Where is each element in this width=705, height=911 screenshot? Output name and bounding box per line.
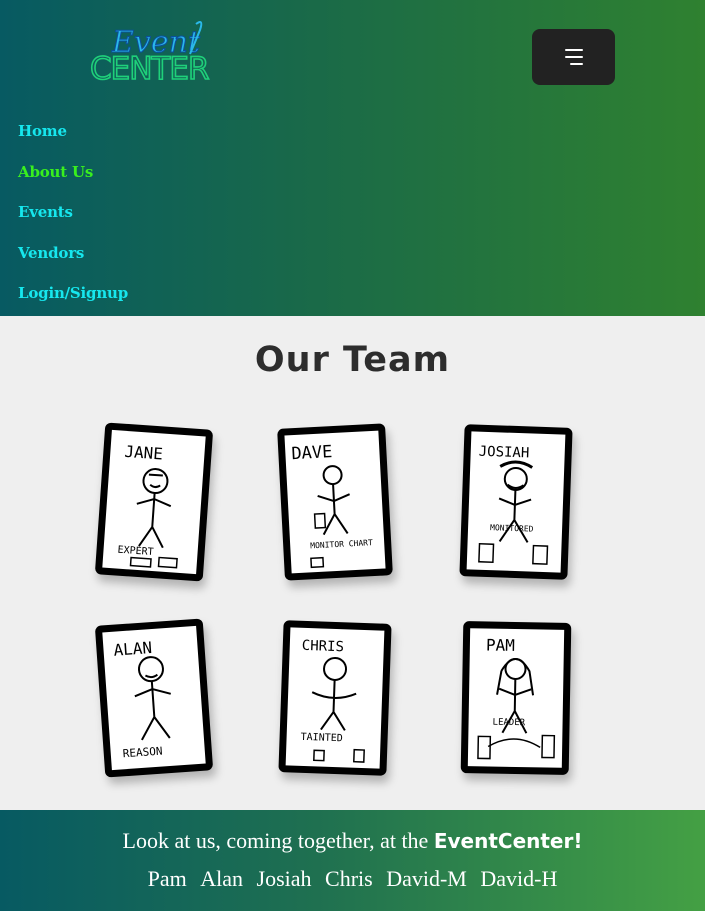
main-nav: Home About Us Events Vendors Login/Signu… xyxy=(18,122,128,325)
card-caption: MONITOR CHART xyxy=(310,538,373,550)
nav-events[interactable]: Events xyxy=(18,203,128,244)
footer-tagline: Look at us, coming together, at the Even… xyxy=(0,828,705,854)
page-title: Our Team xyxy=(254,340,451,380)
card-name: PAM xyxy=(486,635,515,655)
team-card-chris: CHRIS TAINTED xyxy=(278,620,392,776)
nav-about-us[interactable]: About Us xyxy=(18,163,128,204)
nav-vendors[interactable]: Vendors xyxy=(18,244,128,285)
card-name: JANE xyxy=(124,442,164,464)
team-name-pam: Pam xyxy=(147,866,187,891)
team-name-josiah: Josiah xyxy=(256,866,312,891)
card-caption: TAINTED xyxy=(300,732,343,744)
card-caption: MONITORED xyxy=(490,523,534,534)
site-footer: Look at us, coming together, at the Even… xyxy=(0,810,705,911)
team-section: Our Team JANE EXPERT DAVE MONITOR CHART … xyxy=(0,316,705,810)
team-name-chris: Chris xyxy=(325,866,373,891)
hamburger-menu-icon xyxy=(564,49,583,65)
team-card-pam: PAM LEADER xyxy=(460,621,572,775)
team-card-josiah: JOSIAH MONITORED xyxy=(459,424,573,580)
team-name-david-m: David-M xyxy=(386,866,467,891)
tagline-prefix: Look at us, coming together, at the xyxy=(122,828,434,853)
footer-team-names: Pam Alan Josiah Chris David-M David-H xyxy=(0,866,705,892)
card-name: JOSIAH xyxy=(478,444,529,462)
team-card-dave: DAVE MONITOR CHART xyxy=(277,423,393,581)
tagline-brand: EventCenter! xyxy=(433,829,583,853)
card-caption: LEADER xyxy=(492,718,525,729)
card-caption: EXPERT xyxy=(117,545,154,558)
card-caption: REASON xyxy=(122,745,163,761)
team-card-jane: JANE EXPERT xyxy=(94,422,214,582)
site-header: Event CENTER Home About Us Events Vendor… xyxy=(0,0,705,316)
team-name-alan: Alan xyxy=(200,866,244,891)
card-name: CHRIS xyxy=(302,638,345,655)
event-center-logo[interactable]: Event CENTER xyxy=(88,18,224,88)
menu-toggle-button[interactable] xyxy=(532,29,615,85)
card-name: ALAN xyxy=(113,638,153,660)
nav-home[interactable]: Home xyxy=(18,122,128,163)
logo-center-text: CENTER xyxy=(90,51,209,82)
team-name-david-h: David-H xyxy=(480,866,558,891)
team-card-alan: ALAN REASON xyxy=(94,618,214,778)
card-name: DAVE xyxy=(291,442,333,464)
